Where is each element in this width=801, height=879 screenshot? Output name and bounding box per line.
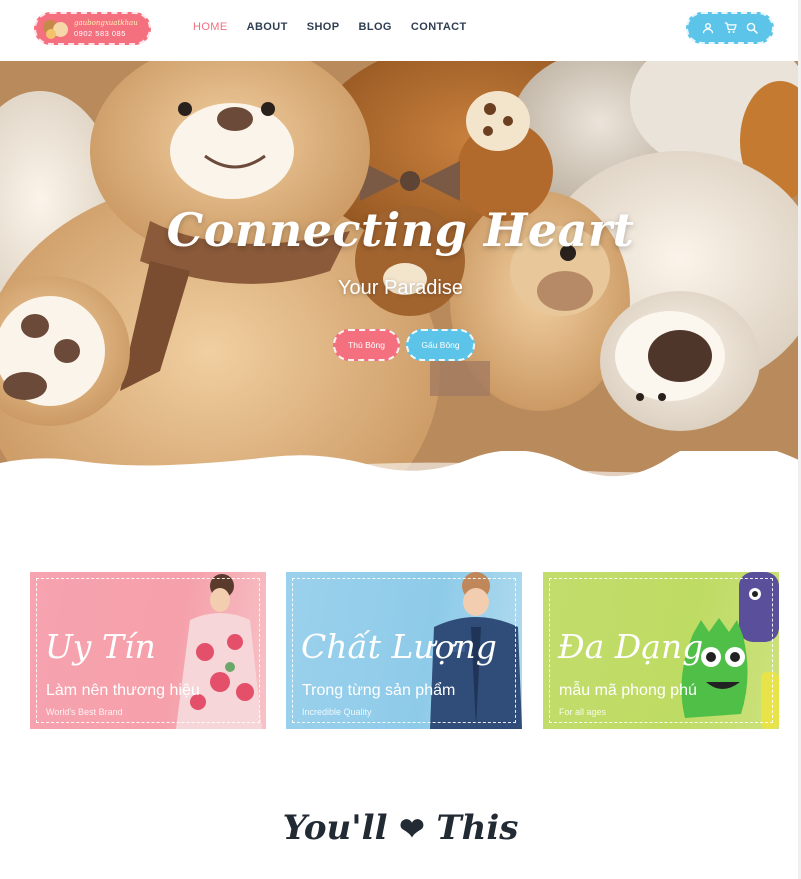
section-title-start: You'll (282, 808, 388, 848)
nav-home[interactable]: HOME (193, 21, 228, 33)
logo-name: gaubongxuatkhau (74, 18, 138, 27)
nav-blog[interactable]: BLOG (359, 21, 392, 33)
section-title-end: This (436, 808, 519, 848)
teddy-bears-background-image (0, 61, 801, 486)
feature-caption: World's Best Brand (46, 707, 123, 717)
feature-headline: Làm nên thương hiệu (46, 682, 200, 699)
user-icon[interactable] (700, 20, 716, 36)
hero-banner: Connecting Heart Your Paradise Thú Bông … (0, 61, 801, 486)
nav-about[interactable]: ABOUT (247, 21, 288, 33)
heart-icon: ❤ (399, 812, 425, 847)
search-icon[interactable] (744, 20, 760, 36)
bear-logo-icon (42, 17, 70, 41)
feature-caption: For all ages (559, 707, 607, 717)
nav-shop[interactable]: SHOP (307, 21, 340, 33)
feature-headline: Trong từng sản phẩm (302, 682, 456, 699)
feature-card-uy-tin[interactable]: Uy Tín Làm nên thương hiệu World's Best … (30, 572, 266, 729)
main-nav: HOME ABOUT SHOP BLOG CONTACT (193, 21, 467, 33)
hero-title: Connecting Heart (166, 203, 635, 257)
thu-bong-button[interactable]: Thú Bông (333, 329, 400, 361)
site-header: gaubongxuatkhau 0902 583 085 HOME ABOUT … (0, 0, 801, 60)
logo-phone: 0902 583 085 (74, 28, 126, 38)
feature-card-da-dang[interactable]: Đa Dạng mẫu mã phong phú For all ages (543, 572, 779, 729)
hero-subtitle: Your Paradise (338, 277, 463, 299)
site-logo[interactable]: gaubongxuatkhau 0902 583 085 (34, 12, 151, 45)
feature-headline: mẫu mã phong phú (559, 682, 697, 699)
gau-bong-button[interactable]: Gấu Bông (406, 329, 475, 361)
feature-script-title: Uy Tín (45, 627, 156, 666)
feature-script-title: Chất Lượng (301, 627, 497, 666)
feature-script-title: Đa Dạng (558, 627, 704, 666)
feature-caption: Incredible Quality (302, 707, 372, 717)
feature-card-chat-luong[interactable]: Chất Lượng Trong từng sản phẩm Incredibl… (286, 572, 522, 729)
logo-text: gaubongxuatkhau 0902 583 085 (74, 18, 138, 38)
hero-wave-divider (0, 451, 801, 486)
nav-contact[interactable]: CONTACT (411, 21, 467, 33)
header-utility-bar (686, 12, 774, 44)
cart-icon[interactable] (722, 20, 738, 36)
section-title: You'll ❤ This (0, 808, 801, 848)
